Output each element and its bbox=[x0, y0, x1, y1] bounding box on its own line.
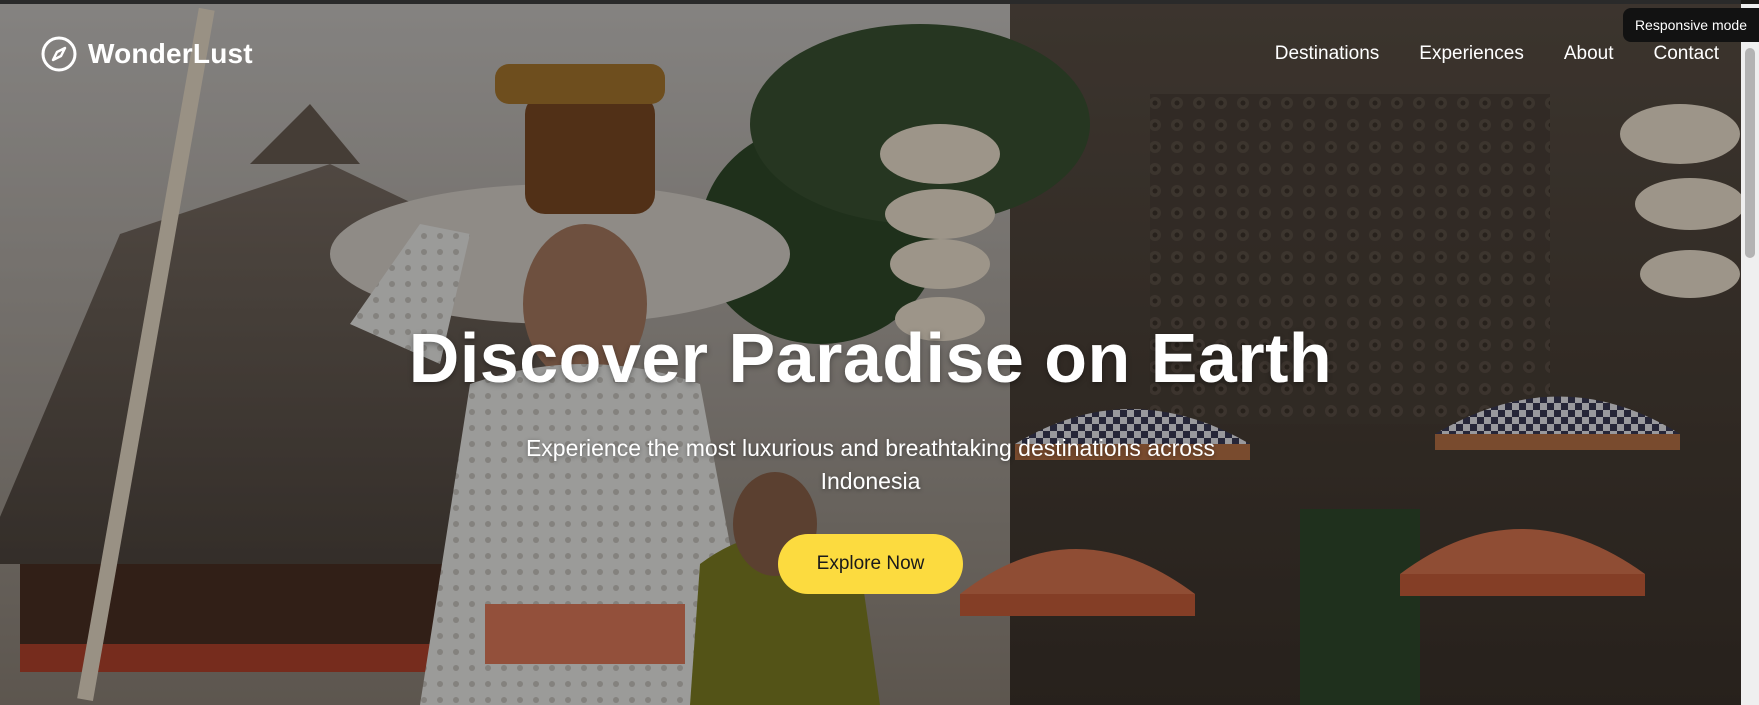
nav-link-about[interactable]: About bbox=[1564, 43, 1614, 65]
hero-subtitle: Experience the most luxurious and breath… bbox=[525, 434, 1216, 494]
main-nav: Destinations Experiences About Contact bbox=[1275, 43, 1719, 65]
scrollbar-thumb[interactable] bbox=[1745, 48, 1755, 258]
hero-title: Discover Paradise on Earth bbox=[408, 319, 1333, 397]
brand-name: WonderLust bbox=[88, 38, 253, 69]
browser-viewport: WonderLust Destinations Experiences Abou… bbox=[0, 0, 1759, 705]
responsive-mode-badge: Responsive mode bbox=[1622, 8, 1759, 42]
top-border bbox=[0, 0, 1741, 4]
explore-now-button[interactable]: Explore Now bbox=[777, 534, 964, 595]
compass-icon bbox=[40, 35, 78, 73]
brand-logo[interactable]: WonderLust bbox=[40, 35, 253, 73]
vertical-scrollbar[interactable] bbox=[1741, 4, 1759, 705]
nav-link-contact[interactable]: Contact bbox=[1654, 43, 1719, 65]
nav-link-experiences[interactable]: Experiences bbox=[1419, 43, 1524, 65]
nav-link-destinations[interactable]: Destinations bbox=[1275, 43, 1380, 65]
hero-content: Discover Paradise on Earth Experience th… bbox=[0, 319, 1741, 595]
